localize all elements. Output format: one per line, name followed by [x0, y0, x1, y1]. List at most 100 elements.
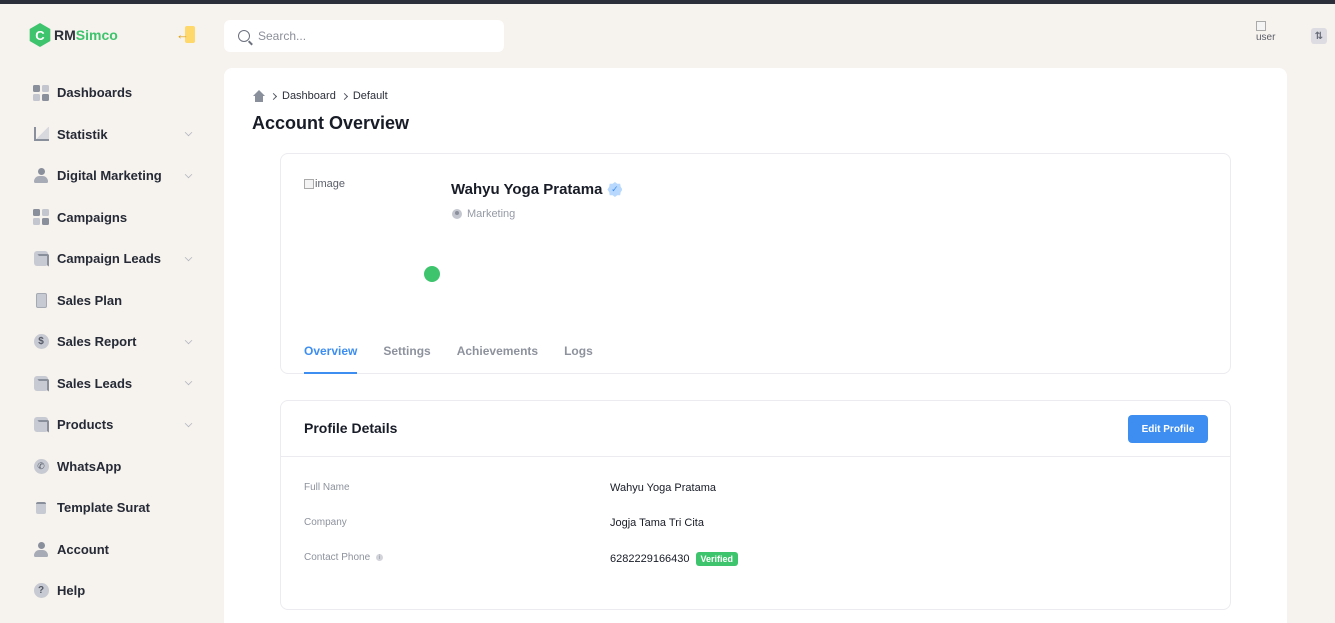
profile-tabs: Overview Settings Achievements Logs: [304, 332, 619, 374]
breadcrumb-item-default: Default: [352, 90, 388, 102]
chevron-down-icon: [184, 419, 193, 427]
online-status-dot: [424, 266, 440, 282]
sidebar-item-label: Help: [57, 583, 86, 599]
help-icon: ?: [33, 583, 49, 599]
logo-hex-icon: C: [29, 23, 51, 47]
phone-icon: ✆: [33, 458, 49, 474]
user-avatar[interactable]: user: [1256, 21, 1282, 47]
sidebar-item-label: Account: [57, 541, 109, 557]
detail-label: Company: [304, 517, 347, 528]
chevron-down-icon: [184, 336, 193, 344]
search-icon: [238, 30, 250, 42]
letter-icon: [33, 500, 49, 516]
detail-label: Full Name: [304, 482, 350, 493]
detail-value: Jogja Tama Tri Cita: [610, 517, 704, 529]
sidebar-item-label: Sales Leads: [57, 375, 133, 391]
verified-badge-icon: ✓: [607, 182, 623, 197]
profile-details-header: Profile Details Edit Profile: [281, 401, 1230, 457]
sidebar-item-whatsapp[interactable]: ✆ WhatsApp: [0, 446, 224, 488]
sidebar-item-campaigns[interactable]: Campaigns: [0, 197, 224, 239]
sidebar-item-label: WhatsApp: [57, 458, 122, 474]
sidebar-collapse-button[interactable]: ←: [176, 26, 195, 43]
chart-icon: [33, 126, 49, 142]
chevron-right-icon: [340, 92, 348, 100]
user-icon: [33, 168, 49, 184]
search-input[interactable]: [258, 29, 478, 43]
profile-name: Wahyu Yoga Pratama: [451, 181, 603, 198]
tab-settings[interactable]: Settings: [383, 332, 430, 374]
profile-name-row: Wahyu Yoga Pratama ✓: [451, 181, 623, 198]
chevron-down-icon: [184, 378, 193, 386]
sidebar-item-label: Dashboards: [57, 85, 133, 101]
detail-row-company: Company Jogja Tama Tri Cita: [304, 517, 1204, 533]
detail-value: 6282229166430: [610, 553, 690, 565]
profile-image-alt: image: [315, 178, 345, 190]
edit-profile-button[interactable]: Edit Profile: [1128, 415, 1208, 443]
breadcrumb: Dashboard Default: [252, 90, 388, 102]
chevron-down-icon: [184, 253, 193, 261]
dollar-icon: $: [33, 334, 49, 350]
settings-toggle-button[interactable]: ⇅: [1311, 28, 1327, 44]
breadcrumb-item-dashboard[interactable]: Dashboard: [282, 90, 336, 102]
logo-letter: C: [35, 27, 45, 43]
profile-circle-icon: [452, 209, 462, 219]
sidebar-item-help[interactable]: ? Help: [0, 570, 224, 612]
detail-label: Contact Phone: [304, 552, 371, 563]
sidebar-item-label: Sales Plan: [57, 292, 123, 308]
document-icon: [33, 251, 49, 268]
profile-card: image Wahyu Yoga Pratama ✓ Marketing Ove…: [280, 153, 1231, 374]
info-icon[interactable]: i: [376, 554, 384, 561]
home-icon[interactable]: [252, 90, 265, 102]
detail-row-full-name: Full Name Wahyu Yoga Pratama: [304, 482, 1204, 498]
profile-role-row: Marketing: [452, 208, 515, 220]
sidebar-nav: Dashboards Statistik Digital Marketing C…: [0, 72, 224, 612]
arrow-left-icon: ←: [176, 27, 189, 42]
sliders-icon: ⇅: [1314, 30, 1324, 42]
document-icon: [33, 417, 49, 434]
tab-overview[interactable]: Overview: [304, 332, 358, 374]
sidebar-item-label: Digital Marketing: [57, 168, 162, 184]
profile-role: Marketing: [467, 208, 516, 220]
detail-label-wrap: Contact Phone i: [304, 552, 384, 563]
sidebar-item-dashboards[interactable]: Dashboards: [0, 72, 224, 114]
chevron-down-icon: [184, 170, 193, 178]
document-icon: [33, 375, 49, 392]
sidebar-item-label: Campaign Leads: [57, 251, 162, 267]
tab-logs[interactable]: Logs: [564, 332, 593, 374]
verified-status-badge: Verified: [695, 552, 739, 566]
sidebar-item-campaign-leads[interactable]: Campaign Leads: [0, 238, 224, 280]
chevron-right-icon: [269, 92, 278, 100]
sidebar-item-label: Sales Report: [57, 334, 137, 350]
app-logo[interactable]: C RMSimco: [28, 22, 118, 48]
sidebar-item-products[interactable]: Products: [0, 404, 224, 446]
sidebar-item-sales-plan[interactable]: Sales Plan: [0, 280, 224, 322]
tab-achievements[interactable]: Achievements: [457, 332, 538, 374]
search-bar[interactable]: [224, 20, 504, 52]
broken-image-icon: [1256, 21, 1266, 31]
dashboard-grid-icon: [33, 84, 49, 101]
logo-text-simco: Simco: [75, 27, 118, 43]
logo-text: RMSimco: [54, 27, 118, 43]
profile-image: image: [304, 178, 444, 288]
dashboard-grid-icon: [33, 209, 49, 226]
detail-row-contact-phone: Contact Phone i 6282229166430 Verified: [304, 552, 1204, 568]
detail-value-wrap: 6282229166430 Verified: [610, 552, 739, 566]
sidebar-item-account[interactable]: Account: [0, 529, 224, 571]
broken-image-icon: [304, 179, 314, 189]
profile-details-title: Profile Details: [304, 420, 398, 436]
page-title: Account Overview: [252, 113, 410, 133]
page-icon: [33, 292, 49, 308]
sidebar-item-statistik[interactable]: Statistik: [0, 114, 224, 156]
user-avatar-alt: user: [1256, 32, 1276, 43]
sidebar-item-label: Statistik: [57, 126, 108, 142]
chevron-down-icon: [184, 129, 193, 137]
sidebar-item-sales-report[interactable]: $ Sales Report: [0, 321, 224, 363]
user-icon: [33, 541, 49, 557]
sidebar-item-digital-marketing[interactable]: Digital Marketing: [0, 155, 224, 197]
sidebar: C RMSimco ← Dashboards Statistik Digital…: [0, 4, 224, 623]
logo-text-rm: RM: [54, 27, 76, 43]
sidebar-item-label: Campaigns: [57, 209, 128, 225]
detail-value: Wahyu Yoga Pratama: [610, 482, 716, 494]
sidebar-item-sales-leads[interactable]: Sales Leads: [0, 363, 224, 405]
sidebar-item-template-surat[interactable]: Template Surat: [0, 487, 224, 529]
